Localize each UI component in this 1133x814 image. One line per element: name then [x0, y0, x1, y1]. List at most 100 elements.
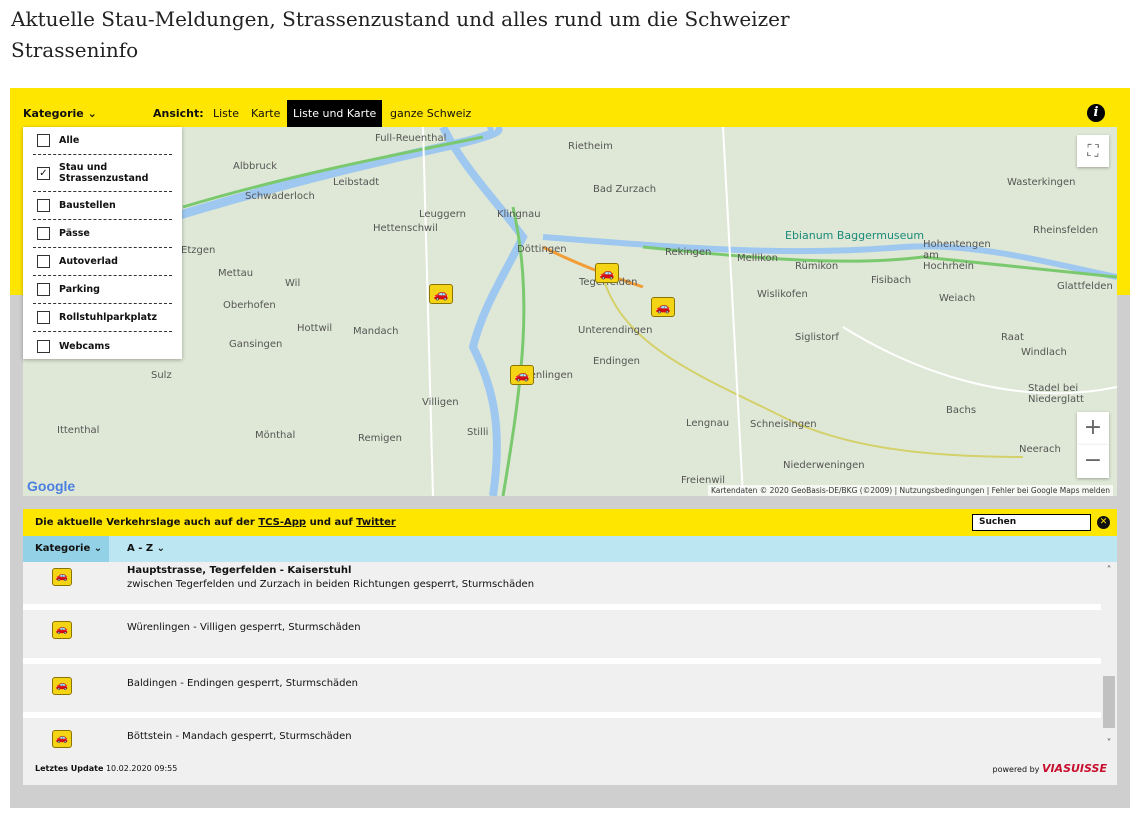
view-karte[interactable]: Karte	[251, 100, 280, 127]
map-place: Wil	[285, 278, 301, 289]
search-input[interactable]: Suchen	[972, 514, 1091, 531]
map-place: Stilli	[467, 427, 489, 438]
map-place: Waster­kingen	[1007, 177, 1076, 188]
list-item[interactable]: 🚗 Baldingen - Endingen gesperrt, Sturmsc…	[23, 664, 1101, 712]
map-place: Neerach	[1019, 444, 1061, 455]
map-place: Albbruck	[233, 161, 278, 172]
map-place: Remigen	[358, 433, 403, 444]
checkbox[interactable]	[37, 134, 50, 147]
zoom-in-button[interactable]: +	[1077, 412, 1109, 445]
checkbox[interactable]	[37, 311, 50, 324]
map-place: Schneisingen	[750, 419, 817, 430]
last-update-value: 10.02.2020 09:55	[105, 764, 178, 773]
attribution-text: Kartendaten © 2020 GeoBasis-DE/BKG (©200…	[710, 486, 893, 495]
map-place: Bachs	[946, 405, 977, 416]
category-dropdown-menu: Alle ✓ Stau und Strassenzustand Baustelle…	[23, 127, 182, 359]
map-place: Rheinsfelden	[1033, 225, 1099, 236]
checkbox[interactable]	[37, 227, 50, 240]
sort-label: A - Z	[127, 543, 154, 554]
fullscreen-button[interactable]: ⛶	[1077, 135, 1109, 167]
category-label: Webcams	[59, 340, 110, 352]
category-webcams[interactable]: Webcams	[33, 332, 172, 360]
view-liste-und-karte[interactable]: Liste und Karte	[287, 100, 383, 127]
map-place: Sulz	[151, 370, 172, 381]
map-place: Bad Zurzach	[593, 184, 657, 195]
scroll-down-icon[interactable]: ˅	[1101, 738, 1117, 749]
zoom-out-button[interactable]: −	[1077, 445, 1109, 478]
category-baustellen[interactable]: Baustellen	[33, 192, 172, 220]
map-place: Mellikon	[737, 253, 779, 264]
category-parking[interactable]: Parking	[33, 276, 172, 304]
sort-az[interactable]: A - Z ⌄	[127, 536, 165, 562]
item-description: zwischen Tegerfelden und Zurzach in beid…	[127, 579, 535, 590]
category-paesse[interactable]: Pässe	[33, 220, 172, 248]
list-item[interactable]: 🚗 Hauptstrasse, Tegerfelden - Kaiserstuh…	[23, 562, 1101, 604]
info-bar: Die aktuelle Verkehrslage auch auf der T…	[23, 509, 1117, 536]
category-alle[interactable]: Alle	[33, 127, 172, 155]
map-place: Unterendingen	[578, 325, 653, 336]
message-list: 🚗 Hauptstrasse, Tegerfelden - Kaiserstuh…	[23, 562, 1117, 752]
view-liste[interactable]: Liste	[213, 100, 239, 127]
map-place: Gansingen	[229, 339, 283, 350]
traffic-jam-marker[interactable]: 🚗	[510, 365, 534, 385]
twitter-link[interactable]: Twitter	[356, 517, 396, 528]
map-place: Endingen	[593, 356, 640, 367]
map-attribution: Kartendaten © 2020 GeoBasis-DE/BKG (©200…	[707, 485, 1113, 496]
traffic-jam-marker[interactable]: 🚗	[651, 297, 675, 317]
map-place: Stadel bei Niederglatt	[1028, 383, 1084, 405]
info-text: und auf	[309, 517, 353, 528]
category-rollstuhl[interactable]: Rollstuhlparkplatz	[33, 304, 172, 332]
item-description: Böttstein - Mandach gesperrt, Sturmschäd…	[127, 731, 352, 742]
map-terrain	[171, 127, 1117, 496]
clear-search-icon[interactable]: ✕	[1097, 516, 1110, 529]
map-place: Etzgen	[181, 245, 216, 256]
checkbox[interactable]	[37, 199, 50, 212]
view-ganze-schweiz[interactable]: ganze Schweiz	[390, 100, 471, 127]
map-place: Mönthal	[255, 430, 296, 441]
checkbox-checked[interactable]: ✓	[37, 166, 50, 180]
footer: Letztes Update 10.02.2020 09:55 powered …	[23, 752, 1117, 785]
list-item[interactable]: 🚗 Böttstein - Mandach gesperrt, Sturmsch…	[23, 718, 1101, 752]
category-autoverlad[interactable]: Autoverlad	[33, 248, 172, 276]
viasuisse-logo[interactable]: VIASUISSE	[1042, 762, 1107, 775]
map-place: Windlach	[1021, 347, 1067, 358]
map[interactable]: Full-Reuenthal Albbruck Leibstadt Schwad…	[23, 127, 1117, 496]
chevron-down-icon: ⌄	[87, 107, 97, 120]
map-place: Ittenthal	[57, 425, 100, 436]
info-icon[interactable]: i	[1087, 104, 1105, 122]
scrollbar-thumb[interactable]	[1103, 676, 1115, 728]
map-poi[interactable]: Ebianum Baggermuseum	[785, 229, 924, 242]
map-place: Leuggern	[419, 209, 467, 220]
traffic-jam-icon: 🚗	[52, 677, 72, 695]
map-place: Lengnau	[686, 418, 730, 429]
checkbox[interactable]	[37, 255, 50, 268]
scroll-up-icon[interactable]: ˄	[1101, 565, 1117, 576]
category-label: Pässe	[59, 228, 90, 239]
traffic-jam-marker[interactable]: 🚗	[429, 284, 453, 304]
checkbox[interactable]	[37, 339, 50, 353]
kategorie-dropdown[interactable]: Kategorie ⌄	[23, 100, 97, 127]
map-place: Hohentengen am Hochrhein	[923, 239, 991, 272]
map-place: Full-Reuenthal	[375, 133, 447, 144]
map-place: Raat	[1001, 332, 1024, 343]
checkbox[interactable]	[37, 283, 50, 296]
map-place: Rekingen	[665, 247, 712, 258]
report-error-link[interactable]: Fehler bei Google Maps melden	[992, 486, 1110, 495]
map-place: Fisibach	[871, 275, 912, 286]
list-item[interactable]: 🚗 Würenlingen - Villigen gesperrt, Sturm…	[23, 610, 1101, 658]
traffic-jam-marker[interactable]: 🚗	[595, 263, 619, 283]
tcs-app-link[interactable]: TCS-App	[258, 517, 306, 528]
scrollbar[interactable]: ˄ ˅	[1101, 562, 1117, 752]
map-place: Schwaderloch	[245, 191, 315, 202]
sort-label: Kategorie	[35, 543, 91, 554]
kategorie-label: Kategorie	[23, 107, 84, 120]
map-place: Hettenschwil	[373, 223, 438, 234]
map-place: Glattfelden	[1057, 281, 1113, 292]
sort-kategorie[interactable]: Kategorie ⌄	[23, 536, 109, 562]
map-place: Rümikon	[795, 261, 839, 272]
terms-link[interactable]: Nutzungsbedingungen	[900, 486, 985, 495]
map-place: Niederweningen	[783, 460, 865, 471]
map-place: Oberhofen	[223, 300, 276, 311]
powered-by-text: powered by	[992, 765, 1040, 774]
category-stau[interactable]: ✓ Stau und Strassenzustand	[33, 155, 172, 192]
